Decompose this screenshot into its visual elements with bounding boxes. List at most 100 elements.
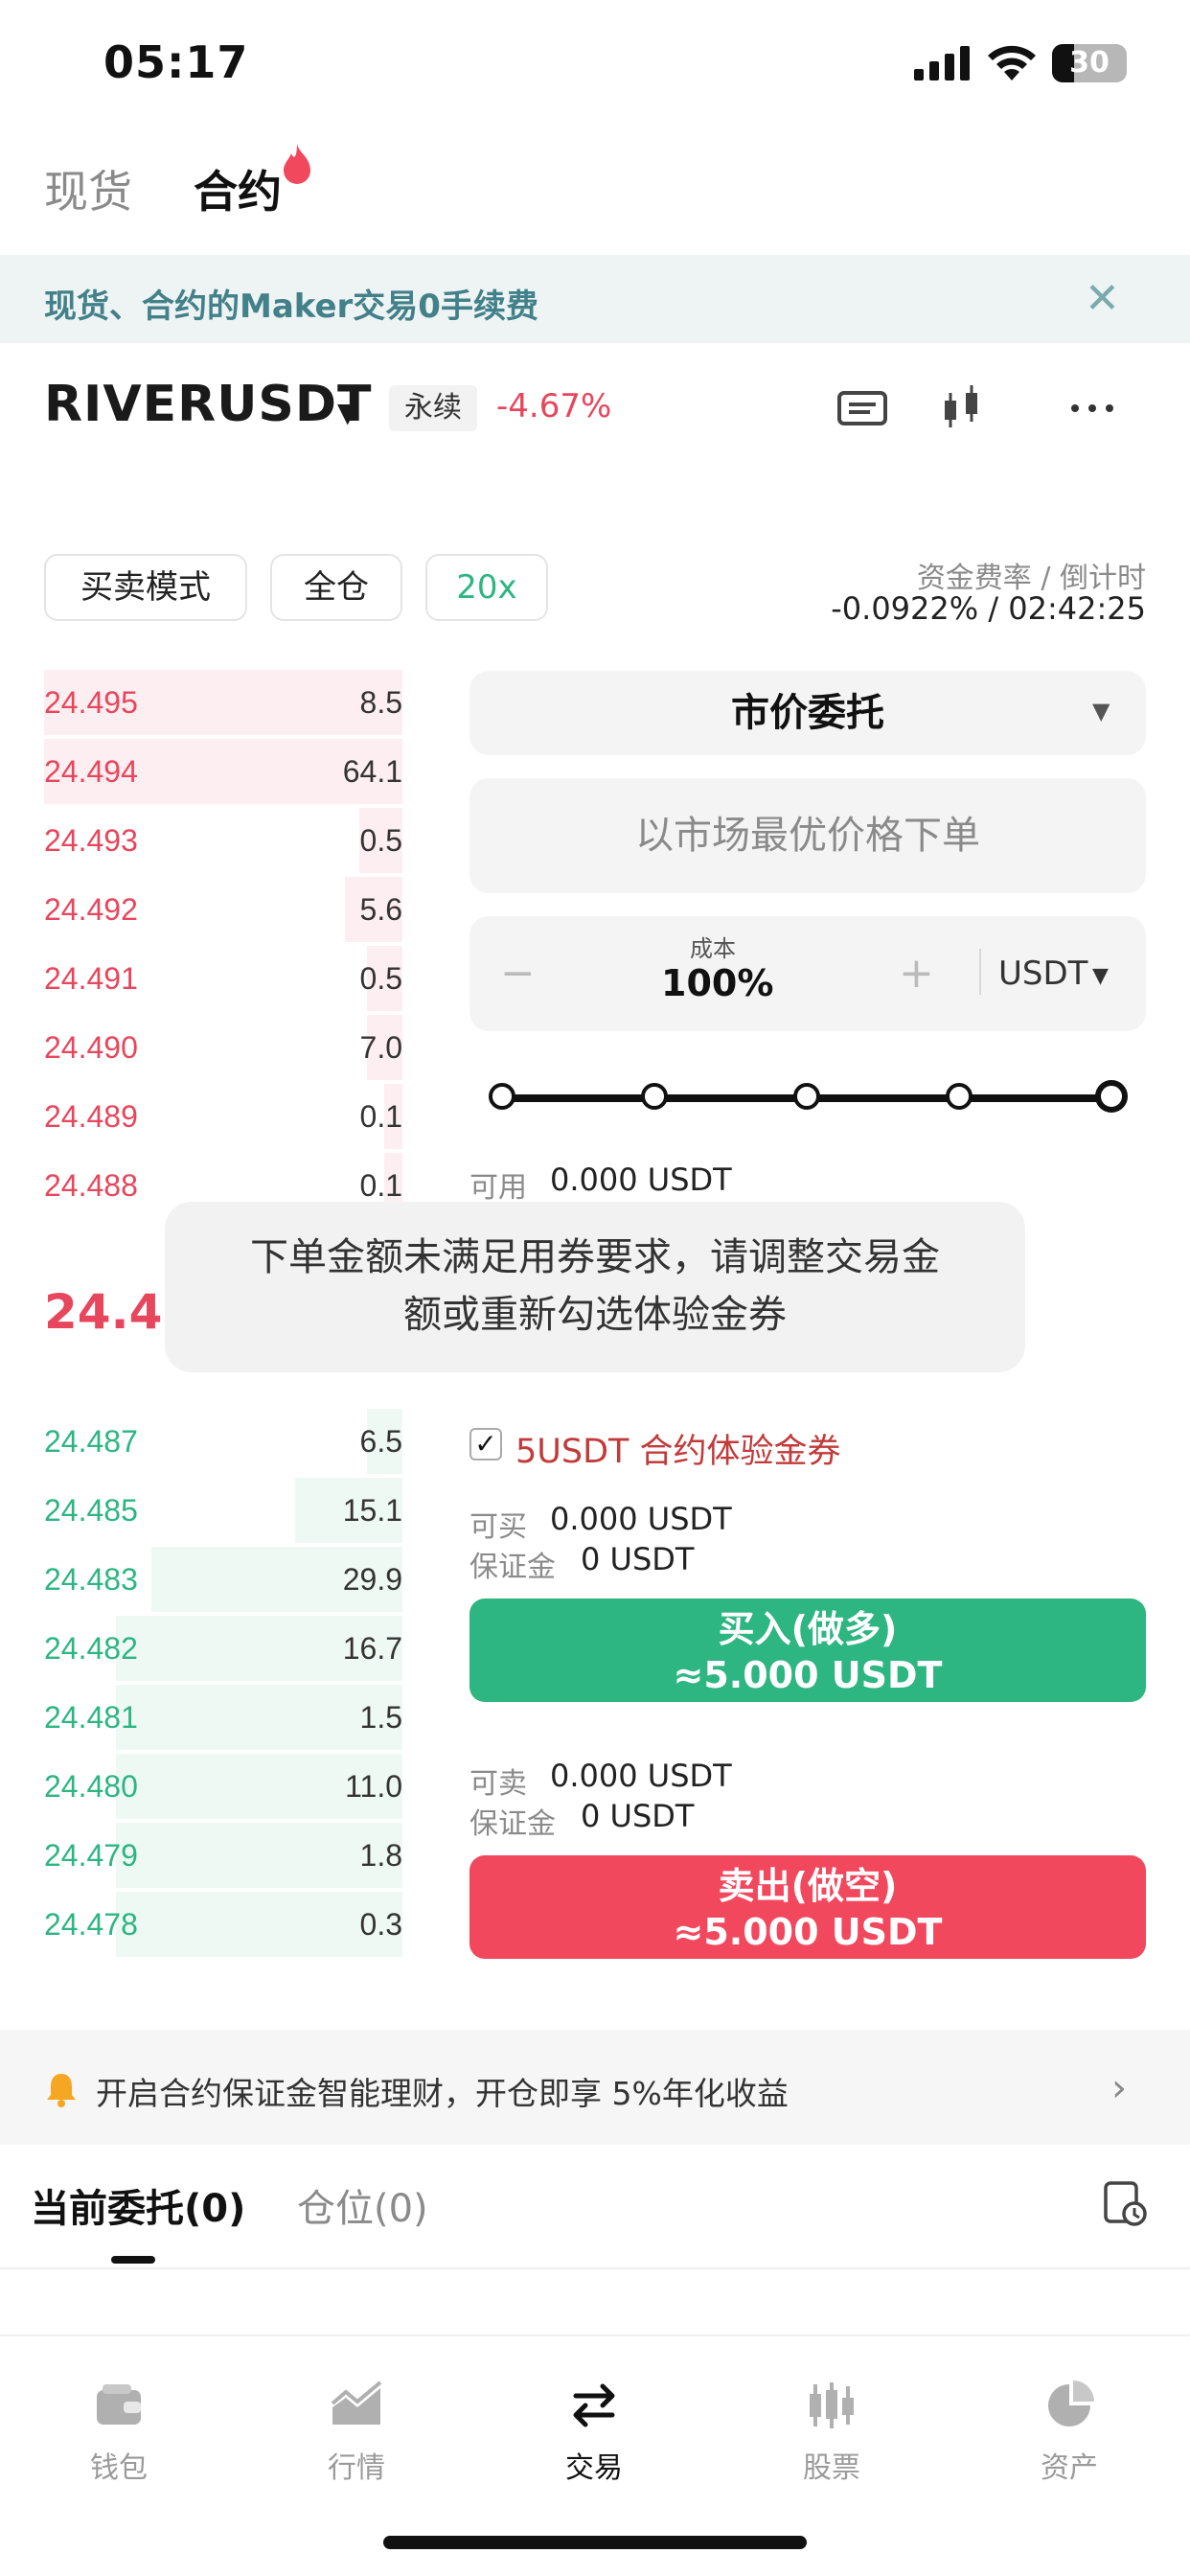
margin-mode-button[interactable]: 全仓 xyxy=(270,554,402,621)
bell-icon xyxy=(47,2074,76,2107)
buyable-label: 可买 xyxy=(469,1510,527,1544)
bid-quantity: 29.9 xyxy=(342,1562,402,1597)
bid-price: 24.483 xyxy=(44,1562,138,1597)
more-icon[interactable] xyxy=(1064,380,1121,437)
promo-text[interactable]: 开启合约保证金智能理财，开仓即享 5%年化收益 xyxy=(96,2068,789,2114)
coupon-text[interactable]: 5USDT 合约体验金券 xyxy=(515,1424,841,1473)
toast-message: 下单金额未满足用券要求，请调整交易金 额或重新勾选体验金券 xyxy=(165,1202,1025,1372)
tab-spot[interactable]: 现货 xyxy=(44,157,132,220)
active-tab-indicator xyxy=(111,2256,155,2264)
ask-price: 24.492 xyxy=(44,892,138,927)
tab-open-orders[interactable]: 当前委托(0) xyxy=(31,2177,245,2233)
ask-row[interactable]: 24.495 8.5 xyxy=(44,668,402,737)
bid-price: 24.487 xyxy=(44,1424,138,1459)
sell-margin-label: 保证金 xyxy=(469,1807,556,1841)
ask-row[interactable]: 24.489 0.1 xyxy=(44,1082,402,1151)
ask-row[interactable]: 24.493 0.5 xyxy=(44,806,402,875)
ask-price: 24.488 xyxy=(44,1168,138,1203)
ask-quantity: 0.1 xyxy=(359,1099,402,1134)
caret-down-icon[interactable]: ▼ xyxy=(1092,698,1110,724)
bid-row[interactable]: 24.480 11.0 xyxy=(44,1752,402,1821)
ask-row[interactable]: 24.491 0.5 xyxy=(44,944,402,1013)
bid-quantity: 0.3 xyxy=(359,1907,402,1942)
trade-arrows-icon xyxy=(573,2383,615,2427)
nav-stocks[interactable]: 股票 xyxy=(755,2379,908,2486)
candlestick-chart-icon[interactable] xyxy=(933,380,991,437)
available-value: 0.000 USDT xyxy=(550,1162,732,1198)
divider xyxy=(979,949,981,995)
trade-mode-button[interactable]: 买卖模式 xyxy=(44,554,247,621)
bid-price: 24.480 xyxy=(44,1769,138,1804)
ask-row[interactable]: 24.490 7.0 xyxy=(44,1013,402,1082)
order-book-bids: 24.487 6.5 24.485 15.1 24.483 29.9 24.482 16.7 2… xyxy=(44,1407,402,1959)
bid-quantity: 1.5 xyxy=(359,1700,402,1735)
tab-positions[interactable]: 仓位(0) xyxy=(297,2177,428,2233)
slider-step-100[interactable] xyxy=(1095,1080,1128,1113)
stocks-icon xyxy=(810,2382,854,2428)
ask-quantity: 5.6 xyxy=(359,892,402,927)
sellable-value: 0.000 USDT xyxy=(550,1758,732,1794)
ask-quantity: 8.5 xyxy=(359,685,402,720)
tab-contract[interactable]: 合约 xyxy=(194,157,282,220)
sell-short-button[interactable]: 卖出(做空) ≈5.000 USDT xyxy=(469,1855,1146,1959)
plus-icon[interactable]: + xyxy=(899,949,934,998)
toast-line-2: 额或重新勾选体验金券 xyxy=(403,1293,787,1337)
ask-price: 24.490 xyxy=(44,1030,138,1065)
margin-value: 0 USDT xyxy=(581,1541,695,1577)
nav-label: 资产 xyxy=(1041,2451,1098,2485)
funding-value: -0.0922% / 02:42:25 xyxy=(831,590,1146,627)
bid-quantity: 11.0 xyxy=(345,1769,402,1804)
slider-step-50[interactable] xyxy=(793,1083,820,1110)
order-history-icon[interactable] xyxy=(1100,2179,1148,2227)
margin-label: 保证金 xyxy=(469,1551,556,1584)
cellular-signal-icon xyxy=(914,46,970,80)
bid-quantity: 1.8 xyxy=(359,1838,402,1873)
slider-step-25[interactable] xyxy=(641,1083,668,1110)
nav-assets[interactable]: 资产 xyxy=(993,2379,1146,2486)
assets-pie-icon xyxy=(1048,2380,1094,2426)
caret-down-icon[interactable]: ▼ xyxy=(337,397,358,428)
order-type-select[interactable]: 市价委托 xyxy=(469,671,1146,755)
nav-market[interactable]: 行情 xyxy=(280,2379,433,2486)
ask-row[interactable]: 24.492 5.6 xyxy=(44,875,402,944)
ask-quantity: 64.1 xyxy=(342,754,402,789)
buyable-value: 0.000 USDT xyxy=(550,1501,732,1537)
bid-row[interactable]: 24.487 6.5 xyxy=(44,1407,402,1476)
minus-icon[interactable]: − xyxy=(500,949,536,998)
close-icon[interactable]: ✕ xyxy=(1085,278,1120,320)
wallet-icon xyxy=(97,2384,141,2425)
nav-trade[interactable]: 交易 xyxy=(517,2379,671,2486)
sell-title: 卖出(做空) xyxy=(718,1865,898,1907)
chevron-right-icon[interactable]: › xyxy=(1111,2066,1127,2110)
bid-row[interactable]: 24.485 15.1 xyxy=(44,1476,402,1545)
ask-row[interactable]: 24.494 64.1 xyxy=(44,737,402,806)
bid-price: 24.479 xyxy=(44,1838,138,1873)
nav-wallet[interactable]: 钱包 xyxy=(42,2379,195,2486)
slider-step-75[interactable] xyxy=(946,1083,973,1110)
ticket-icon[interactable] xyxy=(834,380,891,437)
cost-unit-select[interactable]: USDT xyxy=(998,954,1087,993)
nav-label: 行情 xyxy=(328,2451,385,2485)
order-book-asks: 24.495 8.5 24.494 64.1 24.493 0.5 24.492 5.6 24.… xyxy=(44,668,402,1220)
slider-step-0[interactable] xyxy=(489,1083,515,1110)
bid-row[interactable]: 24.482 16.7 xyxy=(44,1614,402,1683)
hot-fire-icon xyxy=(284,144,310,184)
symbol-selector[interactable]: RIVERUSDT xyxy=(44,376,373,433)
bid-row[interactable]: 24.479 1.8 xyxy=(44,1821,402,1890)
banner-text: 现货、合约的Maker交易0手续费 xyxy=(44,288,538,326)
nav-label: 股票 xyxy=(803,2451,860,2485)
bid-row[interactable]: 24.478 0.3 xyxy=(44,1890,402,1959)
caret-down-icon[interactable]: ▼ xyxy=(1092,964,1109,988)
leverage-button[interactable]: 20x xyxy=(425,554,548,621)
coupon-checkbox[interactable]: ✓ xyxy=(469,1428,502,1460)
bid-row[interactable]: 24.481 1.5 xyxy=(44,1683,402,1752)
ask-quantity: 0.5 xyxy=(359,961,402,996)
nav-label: 钱包 xyxy=(90,2451,148,2485)
ask-price: 24.494 xyxy=(44,754,138,789)
ask-price: 24.495 xyxy=(44,685,138,720)
bid-price: 24.481 xyxy=(44,1700,138,1735)
ask-price: 24.493 xyxy=(44,823,138,858)
buy-long-button[interactable]: 买入(做多) ≈5.000 USDT xyxy=(469,1598,1146,1702)
cost-value[interactable]: 100% xyxy=(661,962,773,1004)
bid-row[interactable]: 24.483 29.9 xyxy=(44,1545,402,1614)
